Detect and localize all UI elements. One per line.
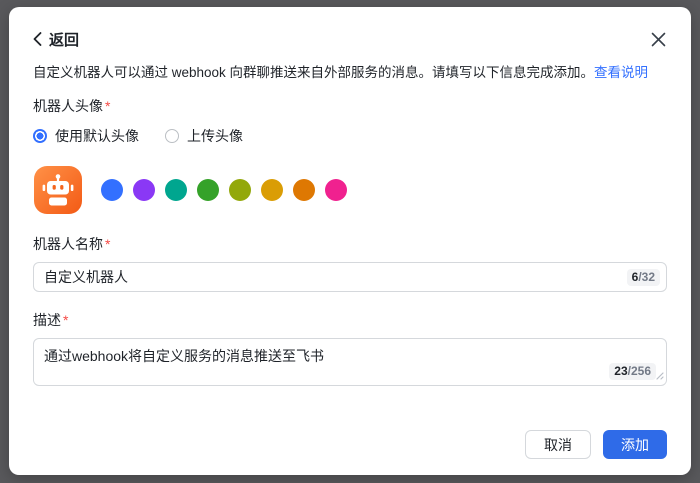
- desc-field-label: 描述*: [33, 310, 667, 330]
- radio-selected-icon: [33, 129, 47, 143]
- color-swatch[interactable]: [261, 179, 283, 201]
- color-swatch[interactable]: [229, 179, 251, 201]
- resize-handle-icon[interactable]: [655, 367, 664, 383]
- desc-char-counter: 23/256: [609, 363, 656, 380]
- required-asterisk: *: [105, 98, 110, 114]
- dialog-footer: 取消 添加: [33, 430, 667, 459]
- chevron-left-icon: [33, 32, 42, 46]
- add-custom-bot-dialog: 返回 自定义机器人可以通过 webhook 向群聊推送来自外部服务的消息。请填写…: [9, 7, 691, 475]
- back-label: 返回: [49, 29, 79, 50]
- bot-description-textarea[interactable]: 通过webhook将自定义服务的消息推送至飞书 23/256: [33, 338, 667, 386]
- avatar-label-text: 机器人头像: [33, 98, 103, 114]
- avatar-picker-row: [33, 164, 667, 216]
- robot-avatar-icon[interactable]: [33, 165, 83, 215]
- color-swatch[interactable]: [325, 179, 347, 201]
- color-swatches: [101, 179, 347, 201]
- color-swatch[interactable]: [293, 179, 315, 201]
- color-swatch[interactable]: [133, 179, 155, 201]
- name-field-label: 机器人名称*: [33, 234, 667, 254]
- color-swatch[interactable]: [101, 179, 123, 201]
- intro-sentence: 自定义机器人可以通过 webhook 向群聊推送来自外部服务的消息。请填写以下信…: [33, 65, 594, 80]
- required-asterisk: *: [105, 236, 110, 252]
- bot-name-input[interactable]: 自定义机器人 6/32: [33, 262, 667, 292]
- color-swatch[interactable]: [165, 179, 187, 201]
- bot-description-value: 通过webhook将自定义服务的消息推送至飞书: [44, 348, 324, 364]
- radio-unselected-icon: [165, 129, 179, 143]
- bot-name-value: 自定义机器人: [44, 267, 128, 287]
- desc-label-text: 描述: [33, 312, 61, 328]
- name-max: /32: [638, 270, 655, 284]
- desc-max: /256: [628, 364, 651, 378]
- avatar-field-label: 机器人头像*: [33, 96, 667, 116]
- modal-backdrop: 返回 自定义机器人可以通过 webhook 向群聊推送来自外部服务的消息。请填写…: [0, 0, 700, 483]
- back-button[interactable]: 返回: [33, 29, 79, 50]
- desc-count: 23: [614, 364, 627, 378]
- color-swatch[interactable]: [197, 179, 219, 201]
- dialog-header: 返回: [33, 29, 667, 49]
- help-link[interactable]: 查看说明: [594, 65, 648, 80]
- radio-default-avatar-label: 使用默认头像: [55, 126, 139, 146]
- close-button[interactable]: [649, 30, 667, 48]
- required-asterisk: *: [63, 312, 68, 328]
- radio-upload-avatar[interactable]: 上传头像: [165, 126, 243, 146]
- avatar-radio-group: 使用默认头像 上传头像: [33, 126, 667, 146]
- close-icon: [651, 32, 666, 47]
- add-button[interactable]: 添加: [603, 430, 667, 459]
- radio-upload-avatar-label: 上传头像: [187, 126, 243, 146]
- cancel-button[interactable]: 取消: [525, 430, 591, 459]
- radio-default-avatar[interactable]: 使用默认头像: [33, 126, 139, 146]
- intro-text: 自定义机器人可以通过 webhook 向群聊推送来自外部服务的消息。请填写以下信…: [33, 65, 667, 80]
- name-char-counter: 6/32: [627, 269, 660, 286]
- name-label-text: 机器人名称: [33, 236, 103, 252]
